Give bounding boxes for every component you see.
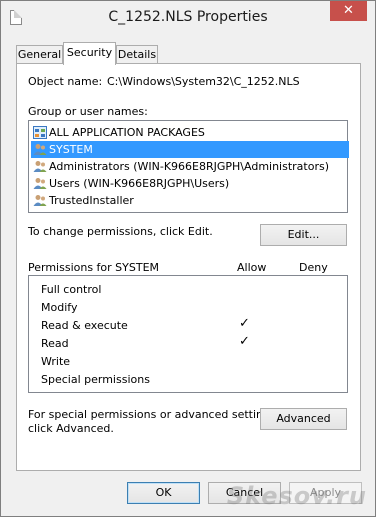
list-item[interactable]: ALL APPLICATION PACKAGES <box>31 124 349 141</box>
allow-check-icon: ✓ <box>239 316 250 331</box>
users-icon <box>33 161 47 172</box>
tab-details[interactable]: Details <box>116 45 158 64</box>
window-title: C_1252.NLS Properties <box>108 9 268 25</box>
watermark-text: Skesov.ru <box>226 482 367 510</box>
title-bar[interactable]: C_1252.NLS Properties ✕ <box>1 1 375 35</box>
users-icon <box>33 178 47 189</box>
permission-row-full-control: Full control <box>41 283 102 296</box>
change-permissions-hint: To change permissions, click Edit. <box>28 225 213 238</box>
permissions-list[interactable]: Full control Modify Read & execute ✓ Rea… <box>28 275 348 393</box>
security-panel: Object name: C:\Windows\System32\C_1252.… <box>16 63 361 471</box>
permissions-header: Permissions for SYSTEM <box>28 261 160 274</box>
users-icon <box>33 195 47 206</box>
user-label: ALL APPLICATION PACKAGES <box>49 126 205 139</box>
app-packages-icon <box>33 126 47 139</box>
permission-row-modify: Modify <box>41 301 78 314</box>
group-user-list[interactable]: ALL APPLICATION PACKAGES SYSTEM Administ… <box>28 120 349 213</box>
properties-window: C_1252.NLS Properties ✕ General Security… <box>0 0 376 517</box>
user-label: Administrators (WIN-K966E8RJGPH\Administ… <box>49 160 330 173</box>
advanced-hint-line1: For special permissions or advanced sett… <box>28 408 280 421</box>
permission-row-write: Write <box>41 355 71 368</box>
permission-row-read: Read <box>41 337 69 350</box>
user-label: Users (WIN-K966E8RJGPH\Users) <box>49 177 230 190</box>
allow-column-header: Allow <box>237 261 267 274</box>
list-item[interactable]: Administrators (WIN-K966E8RJGPH\Administ… <box>31 158 349 175</box>
user-label: SYSTEM <box>49 143 93 156</box>
user-label: TrustedInstaller <box>49 194 134 207</box>
close-button[interactable]: ✕ <box>330 1 367 21</box>
ok-button[interactable]: OK <box>127 482 200 504</box>
allow-check-icon: ✓ <box>239 334 250 349</box>
permission-row-special: Special permissions <box>41 373 150 386</box>
group-names-label: Group or user names: <box>28 105 148 118</box>
edit-button[interactable]: Edit... <box>260 224 347 246</box>
object-name-value: C:\Windows\System32\C_1252.NLS <box>107 75 300 88</box>
deny-column-header: Deny <box>299 261 328 274</box>
list-item-selected[interactable]: SYSTEM <box>31 141 349 158</box>
object-name-label: Object name: <box>28 75 103 88</box>
advanced-hint-line2: click Advanced. <box>28 422 114 435</box>
permission-row-read-execute: Read & execute <box>41 319 128 332</box>
users-icon <box>33 144 47 155</box>
tab-general[interactable]: General <box>16 45 63 64</box>
list-item[interactable]: Users (WIN-K966E8RJGPH\Users) <box>31 175 349 192</box>
tab-security[interactable]: Security <box>63 42 116 65</box>
advanced-button[interactable]: Advanced <box>260 408 347 430</box>
list-item[interactable]: TrustedInstaller <box>31 192 349 209</box>
